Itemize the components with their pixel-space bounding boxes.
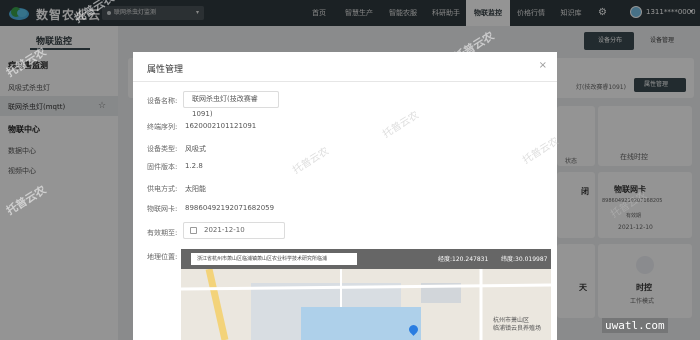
map-area-label-2: 临浦镇云良养殖场: [493, 325, 542, 332]
sim-label: 物联网卡:: [147, 205, 178, 213]
power-value: 太阳能: [185, 185, 206, 193]
type-label: 设备类型:: [147, 145, 178, 153]
device-name-label: 设备名称:: [147, 97, 178, 105]
map-info-bar: 浙江省杭州市萧山区临浦镇萧山区农业科学技术研究所临浦 经度:120.247831…: [181, 249, 551, 269]
valid-date-value: 2021-12-10: [204, 226, 245, 234]
type-value: 风吸式: [185, 145, 206, 153]
corner-watermark: uwatl.com: [602, 318, 668, 333]
modal-divider: [133, 81, 557, 82]
attribute-modal: 属性管理 × 设备名称: 联网杀虫灯(技改赛睿1091) 终端序列: 16200…: [133, 52, 557, 340]
close-icon[interactable]: ×: [539, 60, 547, 71]
serial-label: 终端序列:: [147, 123, 178, 131]
location-map[interactable]: 浙江省杭州市萧山区临浦镇萧山区农业科学技术研究所临浦 经度:120.247831…: [181, 249, 551, 340]
location-label: 地理位置:: [147, 253, 178, 261]
firmware-label: 固件版本:: [147, 163, 178, 171]
valid-date-picker[interactable]: 2021-12-10: [183, 222, 285, 239]
modal-title: 属性管理: [147, 65, 184, 75]
sim-value: 89860492192071682059: [185, 204, 275, 212]
calendar-icon: [190, 227, 197, 234]
firmware-value: 1.2.8: [185, 162, 203, 170]
latitude-text: 纬度:30.019987: [501, 256, 548, 263]
address-field[interactable]: 浙江省杭州市萧山区临浦镇萧山区农业科学技术研究所临浦: [191, 253, 357, 265]
serial-value: 1620002101121091: [185, 122, 257, 130]
longitude-text: 经度:120.247831: [438, 256, 489, 263]
power-label: 供电方式:: [147, 185, 178, 193]
valid-label: 有效期至:: [147, 229, 178, 237]
device-name-input[interactable]: 联网杀虫灯(技改赛睿1091): [183, 91, 279, 118]
